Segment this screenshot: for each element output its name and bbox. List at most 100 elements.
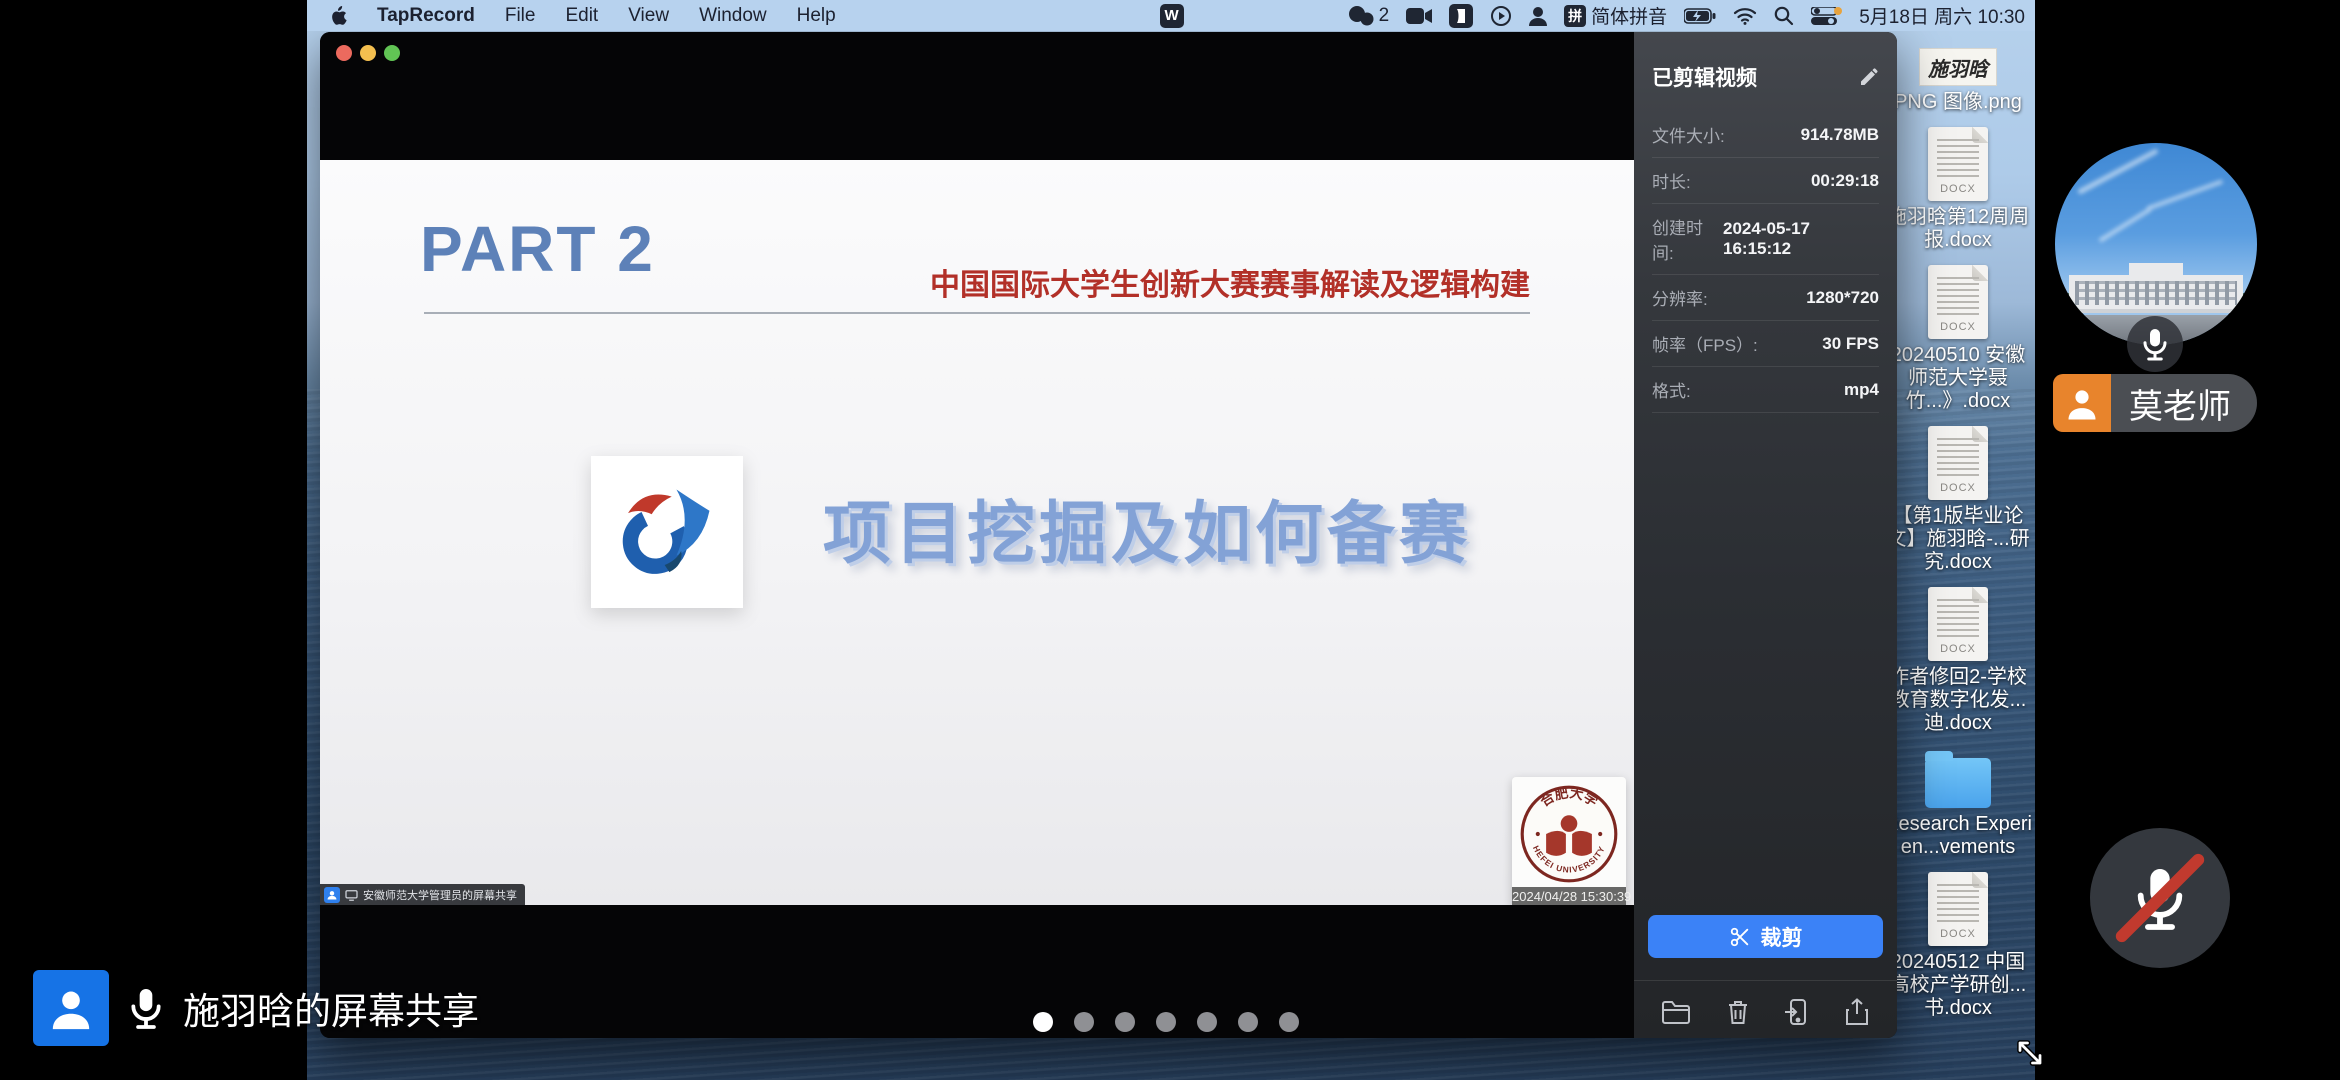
export-to-device-button[interactable]: [1780, 994, 1814, 1030]
open-folder-button[interactable]: [1657, 995, 1695, 1029]
control-center-icon[interactable]: [1811, 7, 1842, 25]
row-value: mp4: [1844, 380, 1879, 400]
participant-name: 莫老师: [2111, 374, 2257, 432]
page-dot-active[interactable]: [1033, 1012, 1053, 1032]
zoom-window-button[interactable]: [384, 45, 400, 61]
row-label: 帧率（FPS）:: [1652, 331, 1758, 356]
desktop-icon-weekly-report[interactable]: DOCX 施羽晗第12周周报.docx: [1881, 127, 2035, 252]
window-controls: [336, 45, 400, 61]
cloud-streak: [2147, 179, 2224, 210]
video-preview-area[interactable]: PART 2 中国国际大学生创新大赛赛事解读及逻辑构建 项目挖掘及如何备赛: [320, 32, 1634, 1038]
rename-pencil-icon[interactable]: [1859, 67, 1879, 87]
info-row-resolution: 分辨率: 1280*720: [1652, 275, 1879, 321]
slide-main-title: 项目挖掘及如何备赛: [760, 478, 1534, 577]
desktop-icon-png-image[interactable]: 施羽晗 PNG 图像.png: [1894, 48, 2022, 114]
notes-app-icon[interactable]: [1449, 4, 1473, 28]
shared-screen: TapRecord File Edit View Window Help W 2: [307, 0, 2035, 1080]
docx-badge: DOCX: [1928, 183, 1988, 195]
pinyin-badge-icon: 拼: [1564, 5, 1586, 27]
docx-badge: DOCX: [1928, 482, 1988, 494]
menu-item-edit[interactable]: Edit: [565, 5, 598, 27]
page-dot[interactable]: [1279, 1012, 1299, 1032]
menu-app-name[interactable]: TapRecord: [377, 5, 475, 27]
page-indicator: [1033, 1012, 1299, 1032]
info-row-filesize: 文件大小: 914.78MB: [1652, 112, 1879, 158]
desktop-icon-label: 作者修回2-学校教育数字化发...迪.docx: [1881, 666, 2035, 735]
recorded-share-overlay: 安徽师范大学管理员的屏幕共享: [320, 884, 525, 905]
battery-icon[interactable]: [1684, 8, 1716, 24]
page-dot[interactable]: [1156, 1012, 1176, 1032]
docx-file-icon: DOCX: [1928, 127, 1988, 201]
info-row-format: 格式: mp4: [1652, 367, 1879, 413]
spotlight-search-icon[interactable]: [1774, 6, 1794, 26]
info-row-created: 创建时间: 2024-05-17 16:15:12: [1652, 204, 1879, 275]
page-dot[interactable]: [1238, 1012, 1258, 1032]
info-row-fps: 帧率（FPS）: 30 FPS: [1652, 321, 1879, 367]
hefei-university-seal: 合肥大学 HEFEI UNIVERSITY: [1517, 782, 1621, 886]
minimize-window-button[interactable]: [360, 45, 376, 61]
cloud-streak: [2077, 148, 2159, 195]
participant-avatar: [2053, 374, 2111, 432]
close-window-button[interactable]: [336, 45, 352, 61]
png-preview-icon: 施羽晗: [1919, 48, 1997, 86]
menu-item-view[interactable]: View: [628, 5, 669, 27]
desktop-icon-label: PNG 图像.png: [1894, 91, 2022, 114]
wps-app-icon[interactable]: W: [1160, 4, 1184, 28]
crop-button[interactable]: 裁剪: [1648, 915, 1883, 958]
taprecord-window: PART 2 中国国际大学生创新大赛赛事解读及逻辑构建 项目挖掘及如何备赛: [320, 32, 1897, 1038]
wechat-icon: [1348, 5, 1374, 27]
desktop-icon-label: Research Experien...vements: [1881, 813, 2035, 859]
participant-chip-icon: [324, 887, 340, 903]
panel-toolbar: [1644, 994, 1887, 1030]
delete-button[interactable]: [1721, 994, 1755, 1030]
cloud-streak: [2098, 207, 2151, 242]
monitor-icon: [345, 890, 358, 901]
crop-button-label: 裁剪: [1761, 922, 1803, 952]
row-value: 914.78MB: [1801, 125, 1879, 145]
share-button[interactable]: [1840, 994, 1874, 1030]
play-status-icon[interactable]: [1490, 5, 1512, 27]
menubar-clock[interactable]: 5月18日 周六 10:30: [1859, 2, 2025, 29]
wifi-icon[interactable]: [1733, 7, 1757, 25]
row-value: 00:29:18: [1811, 171, 1879, 191]
microphone-muted-button[interactable]: [2090, 828, 2230, 968]
screen-share-label: 施羽晗的屏幕共享: [183, 981, 479, 1035]
apple-menu-icon[interactable]: [329, 6, 347, 26]
desktop-icon-label: 20240510 安徽师范大学聂竹...》.docx: [1881, 344, 2035, 413]
docx-file-icon: DOCX: [1928, 265, 1988, 339]
desktop-icon-20240512-doc[interactable]: DOCX 20240512 中国高校产学研创...书.docx: [1881, 872, 2035, 1020]
row-value: 30 FPS: [1822, 334, 1879, 354]
desktop-icon-thesis-doc[interactable]: DOCX 【第1版毕业论文】施羽晗-...研究.docx: [1881, 426, 2035, 574]
slide-divider-line: [424, 312, 1530, 314]
wechat-status[interactable]: 2: [1348, 5, 1390, 27]
desktop-icon-label: 施羽晗第12周周报.docx: [1881, 206, 2035, 252]
menu-item-file[interactable]: File: [505, 5, 536, 27]
participant-video-bubble[interactable]: [2055, 143, 2257, 345]
row-label: 分辨率:: [1652, 285, 1708, 310]
page-dot[interactable]: [1197, 1012, 1217, 1032]
user-status-icon[interactable]: [1529, 6, 1547, 26]
menu-item-window[interactable]: Window: [699, 5, 767, 27]
row-label: 文件大小:: [1652, 122, 1725, 147]
menu-item-help[interactable]: Help: [797, 5, 836, 27]
desktop-icons-column: 施羽晗 PNG 图像.png DOCX 施羽晗第12周周报.docx DOCX …: [1881, 48, 2035, 1033]
input-method-status[interactable]: 拼 简体拼音: [1564, 2, 1667, 29]
page-dot[interactable]: [1074, 1012, 1094, 1032]
desktop-icon-revision-doc[interactable]: DOCX 作者修回2-学校教育数字化发...迪.docx: [1881, 587, 2035, 735]
folder-icon: [1925, 758, 1991, 808]
desktop-icon-research-folder[interactable]: Research Experien...vements: [1881, 748, 2035, 859]
conference-screen: TapRecord File Edit View Window Help W 2: [0, 0, 2340, 1080]
desktop-icon-20240510-doc[interactable]: DOCX 20240510 安徽师范大学聂竹...》.docx: [1881, 265, 2035, 413]
slide-content: PART 2 中国国际大学生创新大赛赛事解读及逻辑构建 项目挖掘及如何备赛: [320, 160, 1634, 905]
mic-on-icon: [2140, 326, 2170, 362]
camera-status-icon[interactable]: [1406, 7, 1432, 25]
docx-badge: DOCX: [1928, 321, 1988, 333]
docx-file-icon: DOCX: [1928, 426, 1988, 500]
contest-swirl-logo: [608, 473, 726, 591]
docx-file-icon: DOCX: [1928, 872, 1988, 946]
desktop-icon-label: 20240512 中国高校产学研创...书.docx: [1881, 951, 2035, 1020]
video-timestamp: 2024/04/28 15:30:39: [1512, 887, 1626, 905]
panel-title: 已剪辑视频: [1652, 62, 1757, 92]
page-dot[interactable]: [1115, 1012, 1135, 1032]
sharer-avatar: [33, 970, 109, 1046]
